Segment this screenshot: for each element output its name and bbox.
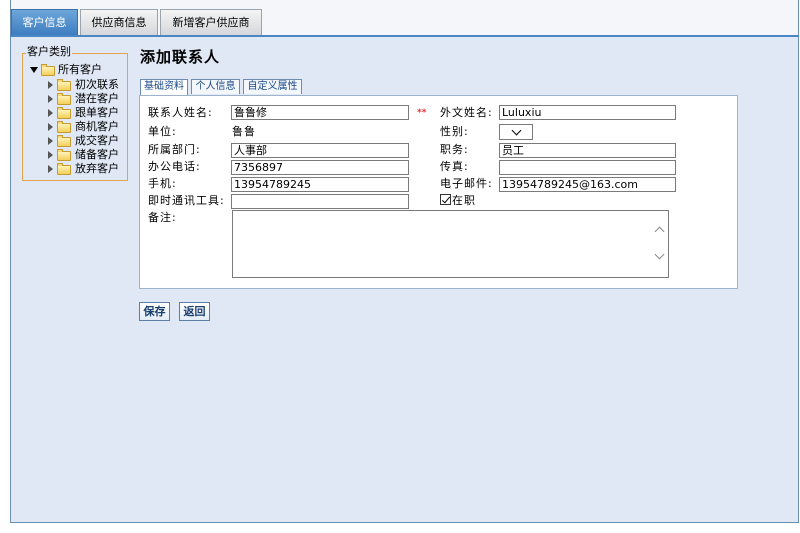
fax-label: 传真: <box>440 160 469 173</box>
folder-icon <box>57 135 71 147</box>
tree-item[interactable]: 放弃客户 <box>48 162 126 176</box>
fax-input[interactable] <box>499 160 676 175</box>
employed-label: 在职 <box>452 194 476 207</box>
customer-category-legend: 客户类别 <box>26 45 72 59</box>
tree-item[interactable]: 商机客户 <box>48 120 126 134</box>
expand-right-icon[interactable] <box>48 81 53 89</box>
expand-down-icon[interactable] <box>30 67 38 73</box>
tab-add-customer-supplier[interactable]: 新增客户供应商 <box>160 9 262 35</box>
tab-customer-info[interactable]: 客户信息 <box>11 9 78 35</box>
folder-icon <box>57 163 71 175</box>
expand-right-icon[interactable] <box>48 95 53 103</box>
email-input[interactable]: 13954789245@163.com <box>499 177 676 192</box>
office-phone-input[interactable]: 7356897 <box>231 160 409 175</box>
tree-root-label: 所有客户 <box>58 63 102 76</box>
expand-right-icon[interactable] <box>48 109 53 117</box>
tree-root-all-customers[interactable]: 所有客户 <box>30 63 125 77</box>
folder-icon <box>57 93 71 105</box>
folder-icon <box>57 149 71 161</box>
tab-supplier-info[interactable]: 供应商信息 <box>80 9 158 35</box>
tree-item-label: 放弃客户 <box>75 162 119 175</box>
office-phone-label: 办公电话: <box>148 160 201 173</box>
remarks-label: 备注: <box>148 211 177 224</box>
gender-select[interactable] <box>499 124 533 140</box>
mobile-input[interactable]: 13954789245 <box>231 177 409 192</box>
tree-item[interactable]: 成交客户 <box>48 134 126 148</box>
tree-item-label: 成交客户 <box>75 134 119 147</box>
tree-item[interactable]: 储备客户 <box>48 148 126 162</box>
expand-right-icon[interactable] <box>48 165 53 173</box>
im-tool-label: 即时通讯工具: <box>148 194 225 207</box>
folder-icon <box>57 79 71 91</box>
subtab-basic-info[interactable]: 基础资料 <box>140 79 188 95</box>
save-button[interactable]: 保存 <box>139 302 170 321</box>
folder-icon <box>57 107 71 119</box>
expand-right-icon[interactable] <box>48 137 53 145</box>
position-input[interactable]: 员工 <box>499 143 676 158</box>
tree-item[interactable]: 跟单客户 <box>48 106 126 120</box>
contact-name-label: 联系人姓名: <box>148 106 213 119</box>
scroll-down-icon[interactable] <box>654 249 665 260</box>
company-label: 单位: <box>148 125 177 138</box>
mobile-label: 手机: <box>148 177 177 190</box>
employed-checkbox[interactable] <box>440 194 451 205</box>
position-label: 职务: <box>440 143 469 156</box>
tree-item-label: 潜在客户 <box>75 92 119 105</box>
tree-item[interactable]: 潜在客户 <box>48 92 126 106</box>
required-mark: ** <box>417 108 427 118</box>
company-value: 鲁鲁 <box>232 125 256 138</box>
im-tool-input[interactable] <box>231 194 409 209</box>
checkmark-icon <box>441 194 451 204</box>
email-label: 电子邮件: <box>440 177 493 190</box>
expand-right-icon[interactable] <box>48 123 53 131</box>
contact-name-input[interactable]: 鲁鲁修 <box>231 105 409 120</box>
folder-icon <box>41 64 55 76</box>
chevron-down-icon <box>511 125 522 136</box>
tree-item-label: 商机客户 <box>75 120 119 133</box>
tree-item[interactable]: 初次联系 <box>48 78 126 92</box>
back-button[interactable]: 返回 <box>179 302 210 321</box>
department-input[interactable]: 人事部 <box>231 143 409 158</box>
page-title: 添加联系人 <box>140 48 221 66</box>
tree-item-label: 储备客户 <box>75 148 119 161</box>
folder-icon <box>57 121 71 133</box>
foreign-name-input[interactable]: Luluxiu <box>499 105 676 120</box>
gender-label: 性别: <box>440 125 469 138</box>
remarks-textarea[interactable] <box>232 210 669 278</box>
department-label: 所属部门: <box>148 143 201 156</box>
tree-item-label: 跟单客户 <box>75 106 119 119</box>
foreign-name-label: 外文姓名: <box>440 106 493 119</box>
scroll-up-icon[interactable] <box>654 226 665 237</box>
subtab-personal-info[interactable]: 个人信息 <box>191 79 240 94</box>
expand-right-icon[interactable] <box>48 151 53 159</box>
tree-item-label: 初次联系 <box>75 78 119 91</box>
subtab-custom-attributes[interactable]: 自定义属性 <box>243 79 302 94</box>
